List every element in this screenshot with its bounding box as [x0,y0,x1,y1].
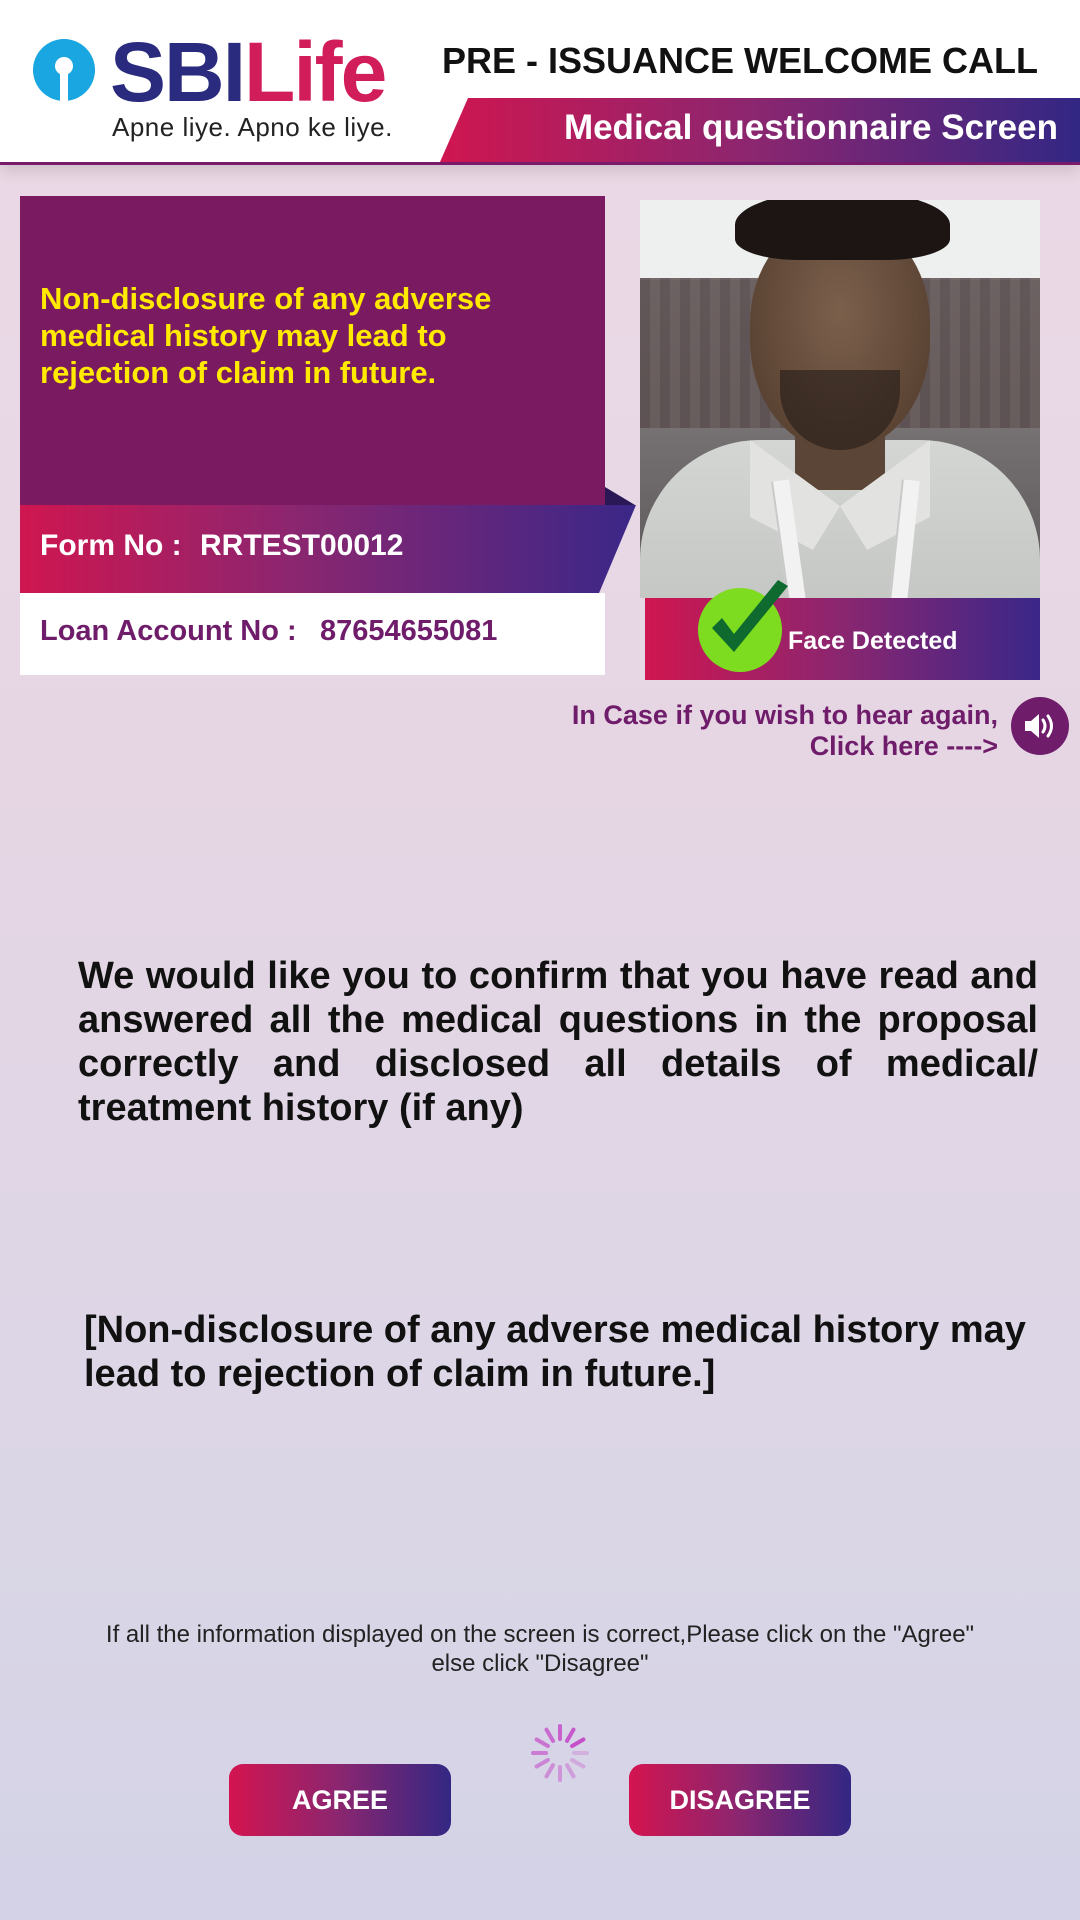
form-number-bar: Form No : RRTEST00012 [20,505,636,593]
brand-logo-second: Life [244,25,387,119]
agree-instruction: If all the information displayed on the … [40,1620,1040,1678]
call-title: PRE - ISSUANCE WELCOME CALL [441,40,1038,81]
replay-prompt: In Case if you wish to hear again, Click… [572,700,998,762]
camera-person-hair [735,200,950,260]
replay-prompt-line2: Click here ----> [809,731,998,761]
brand-tagline: Apne liye. Apno ke liye. [112,112,393,142]
form-number-value: RRTEST00012 [200,529,404,562]
confirmation-question: We would like you to confirm that you ha… [78,955,1038,1129]
loading-spinner-icon [531,1724,589,1782]
spinner-spoke [534,1737,550,1748]
screen-title-ribbon: Medical questionnaire Screen [440,98,1080,162]
spinner-spoke [534,1758,550,1769]
loan-account-value: 87654655081 [320,615,498,647]
agree-button[interactable]: AGREE [229,1764,451,1836]
face-detected-label: Face Detected [788,627,958,655]
ribbon-fold [605,487,635,505]
loan-account-label: Loan Account No : [40,615,297,647]
brand-logo-first: SBI [110,25,246,119]
replay-prompt-line1: In Case if you wish to hear again, [571,700,998,730]
warning-text: Non-disclosure of any adverse medical hi… [40,281,492,390]
speaker-icon [1025,714,1053,738]
spinner-spoke [570,1737,586,1748]
sbi-logo-icon [33,39,95,102]
form-number-label: Form No : [40,529,182,562]
camera-feed [640,200,1040,598]
spinner-spoke [565,1727,576,1743]
agree-instruction-line2: else click "Disagree" [431,1650,649,1677]
spinner-spoke [544,1763,555,1779]
brand-logo: SBILife [110,22,387,122]
spinner-spoke [570,1758,586,1769]
agree-instruction-line1: If all the information displayed on the … [105,1621,975,1648]
app-header: SBILife Apne liye. Apno ke liye. PRE - I… [0,0,1080,165]
disclosure-note: [Non-disclosure of any adverse medical h… [84,1309,1026,1395]
check-icon [698,580,788,672]
disagree-button[interactable]: DISAGREE [629,1764,851,1836]
spinner-spoke [565,1763,576,1779]
screen-title: Medical questionnaire Screen [563,108,1058,147]
replay-audio-button[interactable] [1011,697,1069,755]
loan-account-bar: Loan Account No : 87654655081 [20,593,605,675]
warning-panel: Non-disclosure of any adverse medical hi… [20,196,605,506]
spinner-spoke [544,1727,555,1743]
